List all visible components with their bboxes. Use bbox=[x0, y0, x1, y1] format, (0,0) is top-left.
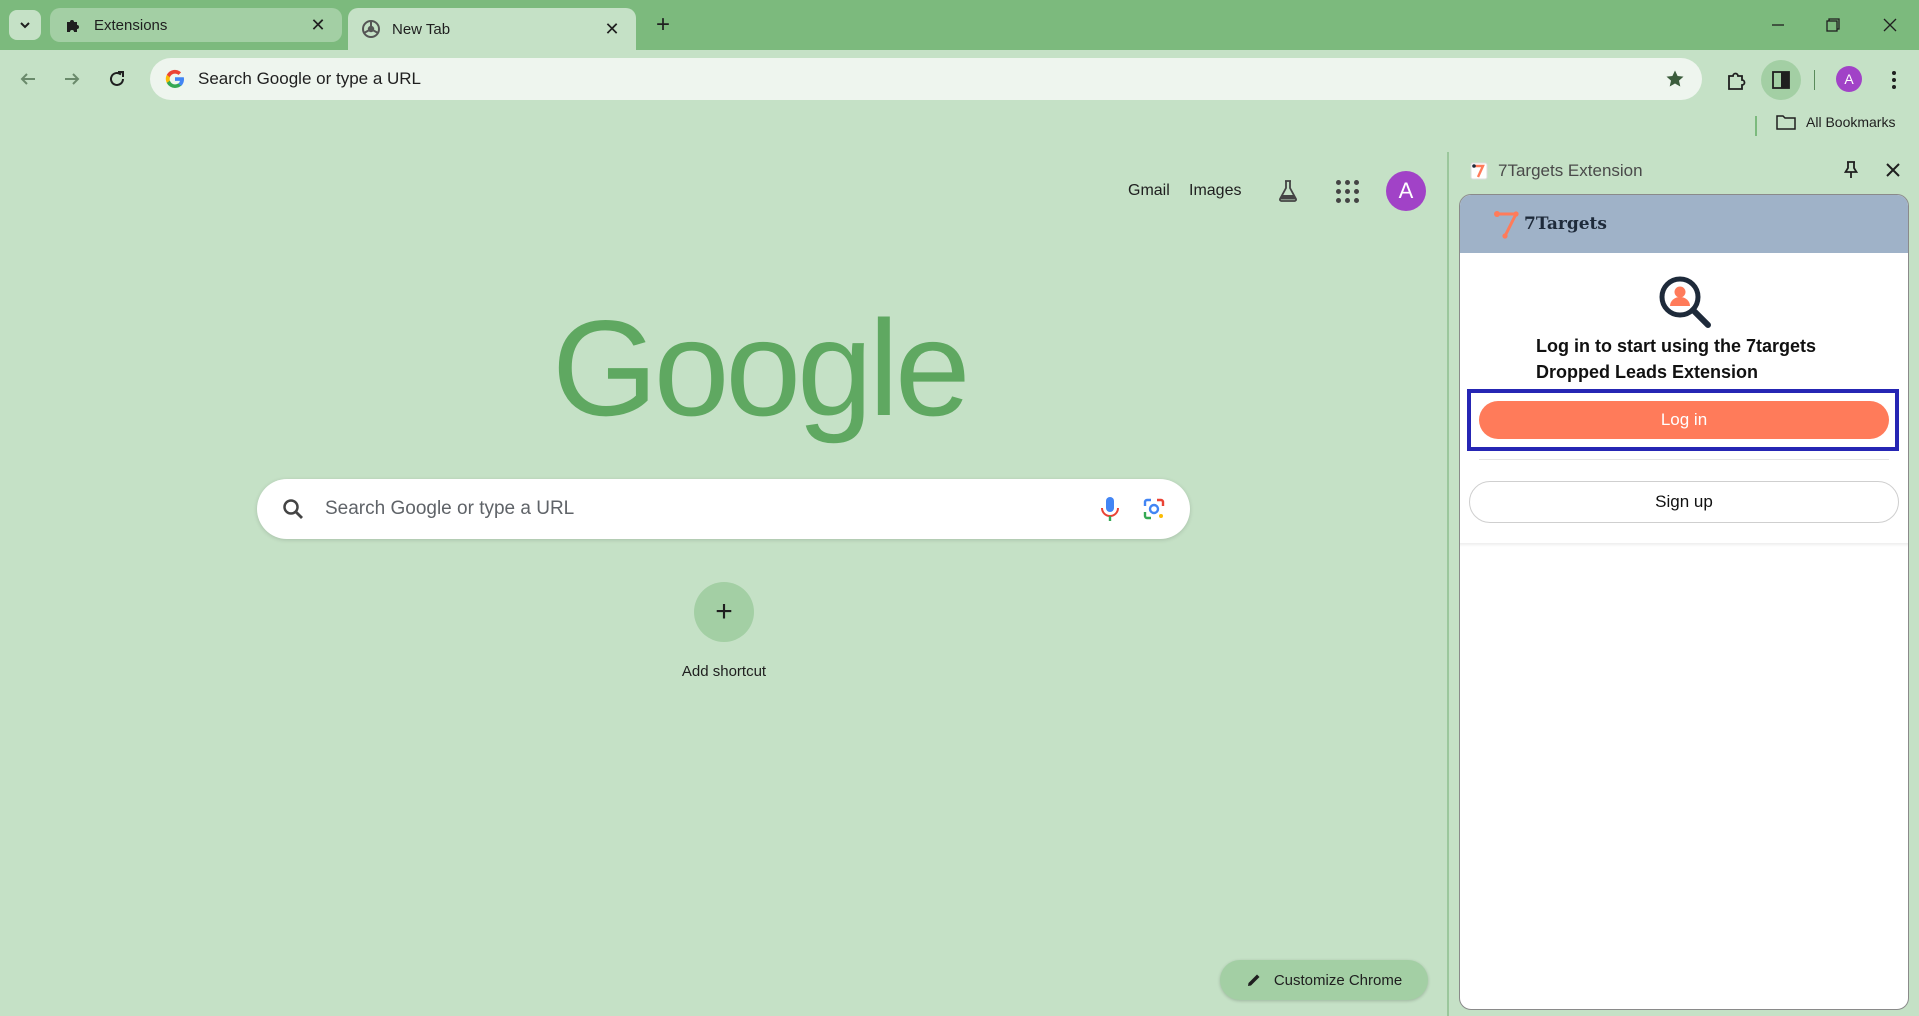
tab-search-button[interactable] bbox=[9, 10, 41, 40]
minimize-button[interactable] bbox=[1762, 10, 1794, 40]
tab-new-tab[interactable]: New Tab ✕ bbox=[348, 8, 636, 50]
puzzle-icon bbox=[64, 16, 82, 34]
restore-icon bbox=[1826, 18, 1840, 32]
login-button[interactable]: Log in bbox=[1479, 401, 1889, 439]
google-logo: Google bbox=[552, 292, 971, 444]
close-icon bbox=[1883, 18, 1897, 32]
google-lens-icon bbox=[1143, 498, 1165, 520]
restore-button[interactable] bbox=[1817, 10, 1849, 40]
side-panel-icon bbox=[1772, 71, 1790, 89]
gmail-link[interactable]: Gmail bbox=[1128, 182, 1170, 200]
brand-name: 7Targets bbox=[1524, 214, 1607, 234]
7targets-logo-icon bbox=[1494, 211, 1519, 239]
address-bar-placeholder: Search Google or type a URL bbox=[198, 69, 422, 88]
search-icon bbox=[283, 499, 303, 519]
pin-button[interactable] bbox=[1839, 158, 1863, 182]
labs-flask-icon[interactable] bbox=[1273, 176, 1303, 206]
google-g-icon bbox=[165, 69, 184, 89]
more-vert-icon bbox=[1892, 71, 1896, 89]
google-apps-icon[interactable] bbox=[1332, 176, 1362, 206]
extension-frame: 7Targets Log in to start using the 7targ… bbox=[1459, 194, 1909, 1010]
bookmarks-bar: All Bookmarks bbox=[0, 108, 1919, 142]
arrow-right-icon bbox=[65, 73, 80, 85]
reload-button[interactable] bbox=[102, 64, 132, 94]
close-icon bbox=[1886, 163, 1900, 177]
all-bookmarks-button[interactable]: All Bookmarks bbox=[1776, 114, 1895, 130]
side-panel-title: 7Targets Extension bbox=[1498, 161, 1643, 180]
profile-avatar[interactable]: A bbox=[1836, 66, 1862, 92]
7targets-logo-icon bbox=[1470, 162, 1488, 180]
images-link[interactable]: Images bbox=[1189, 182, 1241, 200]
divider bbox=[1479, 459, 1889, 460]
menu-button[interactable] bbox=[1878, 64, 1910, 96]
forward-button[interactable] bbox=[57, 64, 87, 94]
tab-strip: Extensions ✕ New Tab ✕ + bbox=[0, 0, 1919, 50]
7targets-brand: 7Targets bbox=[1492, 209, 1607, 239]
address-bar[interactable]: Search Google or type a URL bbox=[150, 58, 1702, 100]
chrome-icon bbox=[362, 20, 380, 38]
side-panel: 7Targets Extension 7Targets Log in to st… bbox=[1449, 142, 1919, 1016]
close-icon[interactable]: ✕ bbox=[308, 15, 328, 35]
close-window-button[interactable] bbox=[1874, 10, 1906, 40]
bookmarks-divider bbox=[1755, 116, 1757, 136]
signup-button[interactable]: Sign up bbox=[1469, 481, 1899, 523]
reload-icon bbox=[110, 71, 124, 86]
card-shadow bbox=[1460, 543, 1908, 547]
close-icon[interactable]: ✕ bbox=[602, 19, 622, 39]
folder-icon bbox=[1776, 115, 1796, 130]
arrow-left-icon bbox=[20, 73, 35, 85]
back-button[interactable] bbox=[13, 64, 43, 94]
minimize-icon bbox=[1772, 24, 1784, 26]
ntp-search-box[interactable]: Search Google or type a URL bbox=[257, 479, 1190, 539]
extension-header: 7Targets bbox=[1460, 195, 1908, 253]
customize-chrome-label: Customize Chrome bbox=[1273, 971, 1403, 989]
plus-icon: + bbox=[655, 11, 670, 38]
side-panel-button[interactable] bbox=[1761, 60, 1801, 100]
plus-icon: + bbox=[715, 595, 733, 628]
puzzle-icon bbox=[1728, 72, 1746, 90]
login-heading: Log in to start using the 7targets Dropp… bbox=[1536, 336, 1817, 382]
extensions-button[interactable] bbox=[1720, 64, 1752, 96]
star-icon bbox=[1666, 70, 1684, 87]
bookmark-star-button[interactable] bbox=[1662, 66, 1688, 92]
microphone-icon bbox=[1101, 497, 1119, 521]
tab-title: Extensions bbox=[94, 16, 168, 34]
add-shortcut-button[interactable]: + bbox=[694, 582, 754, 642]
pencil-icon bbox=[1247, 974, 1260, 986]
tab-title: New Tab bbox=[392, 20, 451, 38]
all-bookmarks-label: All Bookmarks bbox=[1806, 114, 1896, 130]
new-tab-button[interactable]: + bbox=[650, 11, 676, 38]
pin-icon bbox=[1844, 161, 1858, 178]
chevron-down-icon bbox=[20, 22, 30, 29]
voice-search-button[interactable] bbox=[1096, 495, 1124, 523]
add-shortcut-label: Add shortcut bbox=[681, 663, 767, 680]
new-tab-page bbox=[0, 142, 1447, 1016]
toolbar-divider bbox=[1814, 70, 1815, 90]
toolbar: Search Google or type a URL A bbox=[0, 50, 1919, 108]
ntp-search-placeholder: Search Google or type a URL bbox=[325, 498, 575, 519]
user-search-icon bbox=[1659, 276, 1711, 328]
side-panel-close-button[interactable] bbox=[1881, 158, 1905, 182]
ntp-account-avatar[interactable]: A bbox=[1386, 171, 1426, 211]
tab-extensions[interactable]: Extensions ✕ bbox=[50, 8, 342, 42]
extension-login-card: Log in to start using the 7targets Dropp… bbox=[1460, 253, 1908, 547]
image-search-button[interactable] bbox=[1140, 495, 1168, 523]
customize-chrome-button[interactable]: Customize Chrome bbox=[1220, 960, 1428, 1000]
